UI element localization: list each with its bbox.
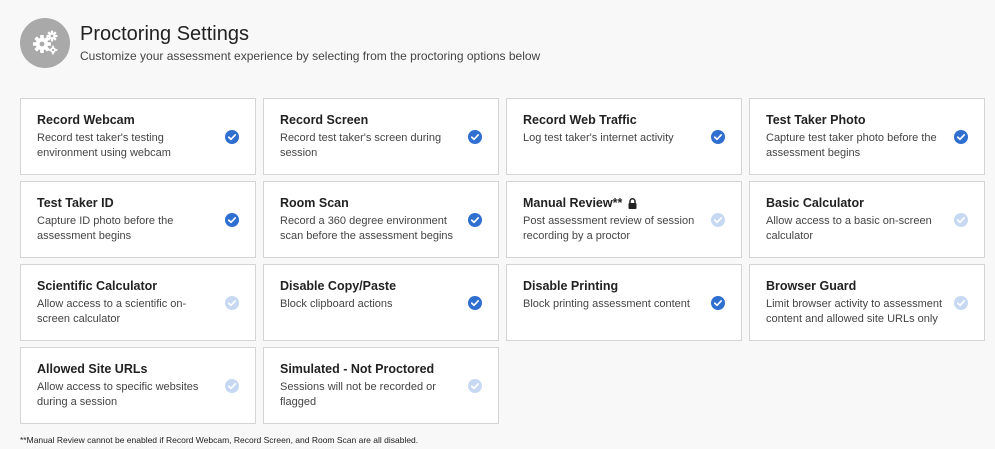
option-title-text: Record Web Traffic xyxy=(523,113,637,127)
option-title-text: Basic Calculator xyxy=(766,196,864,210)
option-card-test-taker-photo[interactable]: Test Taker Photo Capture test taker photo… xyxy=(749,98,985,175)
option-description: Log test taker's internet activity xyxy=(523,132,674,144)
unchecked-circle-icon[interactable] xyxy=(225,379,239,393)
option-card-record-webcam[interactable]: Record Webcam Record test taker's testing… xyxy=(20,98,256,175)
option-card-allowed-site-urls[interactable]: Allowed Site URLs Allow access to specifi… xyxy=(20,347,256,424)
option-description: Record test taker's screen during sessio… xyxy=(280,132,442,159)
option-title-text: Scientific Calculator xyxy=(37,279,158,293)
option-description: Capture test taker photo before the asse… xyxy=(766,132,937,159)
option-card-browser-guard[interactable]: Browser Guard Limit browser activity to a… xyxy=(749,264,985,341)
option-title-text: Test Taker ID xyxy=(37,196,114,210)
option-description: Allow access to a basic on-screen calcul… xyxy=(766,215,932,242)
option-description: Sessions will not be recorded or flagged xyxy=(280,381,436,408)
option-card-record-screen[interactable]: Record Screen Record test taker's screen … xyxy=(263,98,499,175)
option-title-text: Manual Review** xyxy=(523,196,623,210)
option-title-text: Test Taker Photo xyxy=(766,113,866,127)
option-title: Allowed Site URLs xyxy=(37,362,215,377)
option-description: Block clipboard actions xyxy=(280,298,393,310)
checked-circle-icon[interactable] xyxy=(225,213,239,227)
option-card-record-web-traffic[interactable]: Record Web Traffic Log test taker's inter… xyxy=(506,98,742,175)
option-title: Scientific Calculator xyxy=(37,279,215,294)
option-title: Record Screen xyxy=(280,113,458,128)
option-title-text: Allowed Site URLs xyxy=(37,362,148,376)
page-header: Proctoring Settings Customize your asses… xyxy=(20,18,540,68)
option-title-text: Record Webcam xyxy=(37,113,135,127)
checked-circle-icon[interactable] xyxy=(711,296,725,310)
checked-circle-icon[interactable] xyxy=(468,296,482,310)
option-title-text: Browser Guard xyxy=(766,279,857,293)
option-title: Room Scan xyxy=(280,196,458,211)
option-card-scientific-calculator[interactable]: Scientific Calculator Allow access to a s… xyxy=(20,264,256,341)
unchecked-circle-icon[interactable] xyxy=(468,379,482,393)
unchecked-circle-icon[interactable] xyxy=(225,296,239,310)
option-card-disable-copy-paste[interactable]: Disable Copy/Paste Block clipboard action… xyxy=(263,264,499,341)
option-title: Simulated - Not Proctored xyxy=(280,362,458,377)
option-title-text: Disable Copy/Paste xyxy=(280,279,397,293)
option-title: Test Taker ID xyxy=(37,196,215,211)
option-description: Allow access to a scientific on-screen c… xyxy=(37,298,187,325)
option-title: Browser Guard xyxy=(766,279,944,294)
option-card-room-scan[interactable]: Room Scan Record a 360 degree environment… xyxy=(263,181,499,258)
option-card-simulated-not-proctored[interactable]: Simulated - Not Proctored Sessions will n… xyxy=(263,347,499,424)
option-description: Record a 360 degree environment scan bef… xyxy=(280,215,454,242)
option-title-text: Room Scan xyxy=(280,196,349,210)
option-description: Limit browser activity to assessment con… xyxy=(766,298,943,325)
option-title: Record Webcam xyxy=(37,113,215,128)
option-description: Post assessment review of session record… xyxy=(523,215,695,242)
checked-circle-icon[interactable] xyxy=(468,130,482,144)
option-title-text: Record Screen xyxy=(280,113,369,127)
option-description: Allow access to specific websites during… xyxy=(37,381,199,408)
options-grid: Record Webcam Record test taker's testing… xyxy=(20,98,985,424)
lock-icon xyxy=(628,198,637,209)
option-title: Disable Copy/Paste xyxy=(280,279,458,294)
option-description: Record test taker's testing environment … xyxy=(37,132,171,159)
option-title: Record Web Traffic xyxy=(523,113,701,128)
checked-circle-icon[interactable] xyxy=(954,130,968,144)
option-title: Manual Review** xyxy=(523,196,701,211)
option-title: Test Taker Photo xyxy=(766,113,944,128)
page-title: Proctoring Settings xyxy=(80,23,249,45)
option-description: Capture ID photo before the assessment b… xyxy=(37,215,174,242)
option-title-text: Disable Printing xyxy=(523,279,619,293)
option-title: Disable Printing xyxy=(523,279,701,294)
checked-circle-icon[interactable] xyxy=(225,130,239,144)
option-card-test-taker-id[interactable]: Test Taker ID Capture ID photo before the… xyxy=(20,181,256,258)
page-subtitle: Customize your assessment experience by … xyxy=(80,49,541,63)
unchecked-circle-icon[interactable] xyxy=(954,213,968,227)
footnote: **Manual Review cannot be enabled if Rec… xyxy=(20,435,419,445)
option-description: Block printing assessment content xyxy=(523,298,690,310)
unchecked-circle-icon[interactable] xyxy=(711,213,725,227)
checked-circle-icon[interactable] xyxy=(468,213,482,227)
option-card-basic-calculator[interactable]: Basic Calculator Allow access to a basic … xyxy=(749,181,985,258)
unchecked-circle-icon[interactable] xyxy=(954,296,968,310)
option-title: Basic Calculator xyxy=(766,196,944,211)
option-card-manual-review[interactable]: Manual Review** Post assessment review of… xyxy=(506,181,742,258)
checked-circle-icon[interactable] xyxy=(711,130,725,144)
option-title-text: Simulated - Not Proctored xyxy=(280,362,435,376)
gears-icon xyxy=(20,18,70,68)
option-card-disable-printing[interactable]: Disable Printing Block printing assessmen… xyxy=(506,264,742,341)
